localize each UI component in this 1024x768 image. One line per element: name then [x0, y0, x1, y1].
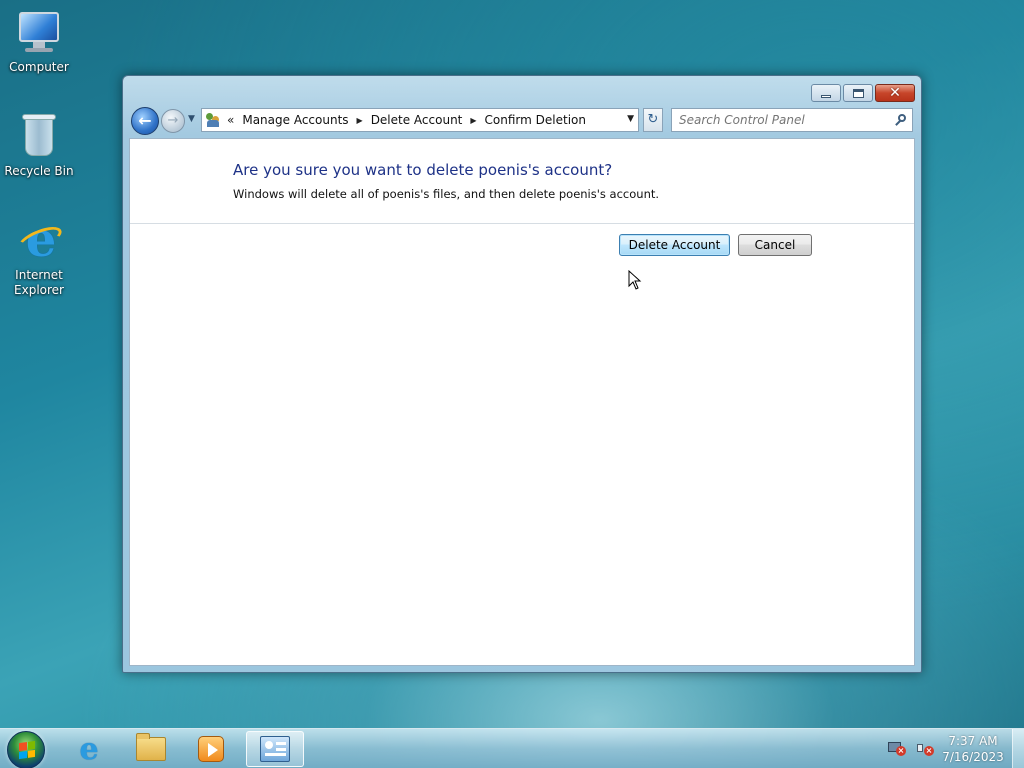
maximize-button[interactable] [843, 84, 873, 102]
window-controls: ✕ [811, 84, 915, 102]
internet-explorer-icon: e [15, 216, 65, 264]
folder-icon [136, 733, 166, 761]
mouse-cursor-icon [628, 270, 642, 290]
close-button[interactable]: ✕ [875, 84, 915, 102]
desktop-icon-label: Internet Explorer [14, 268, 64, 297]
user-accounts-icon [205, 112, 221, 128]
taskbar-windows-explorer[interactable] [122, 731, 180, 767]
media-player-icon [198, 736, 224, 762]
refresh-button[interactable]: ↻ [643, 108, 663, 132]
recent-pages-dropdown[interactable]: ▼ [188, 114, 195, 124]
taskbar-control-panel[interactable] [246, 731, 304, 767]
desktop-icon-label: Recycle Bin [4, 164, 74, 178]
computer-icon [15, 8, 63, 56]
breadcrumb-confirm-deletion[interactable]: Confirm Deletion [485, 113, 586, 127]
desktop-icon-label: Computer [9, 60, 69, 74]
cancel-button[interactable]: Cancel [738, 234, 812, 256]
volume-muted-icon[interactable]: × [916, 740, 934, 756]
start-button[interactable] [7, 731, 45, 768]
clock-time: 7:37 AM [948, 734, 998, 748]
breadcrumb-arrow-icon[interactable]: ▶ [470, 116, 476, 125]
confirmation-heading: Are you sure you want to delete poenis's… [233, 161, 613, 179]
windows-logo-icon [19, 740, 35, 760]
close-icon: ✕ [889, 85, 901, 101]
search-icon[interactable] [894, 113, 908, 127]
address-dropdown-icon[interactable]: ▼ [627, 114, 634, 124]
notification-area: × × [888, 740, 934, 756]
minimize-icon [821, 94, 831, 98]
taskbar-internet-explorer[interactable]: e [60, 731, 118, 767]
minimize-button[interactable] [811, 84, 841, 102]
confirmation-description: Windows will delete all of poenis's file… [233, 187, 660, 201]
taskbar: e × × 7:37 AM 7/16/2023 [0, 728, 1024, 768]
forward-button[interactable]: → [161, 109, 185, 133]
delete-account-button[interactable]: Delete Account [619, 234, 730, 256]
control-panel-icon [260, 736, 290, 762]
refresh-icon: ↻ [647, 112, 659, 127]
back-button[interactable]: ← [131, 107, 159, 135]
desktop-icon-recycle-bin[interactable]: Recycle Bin [0, 112, 78, 179]
network-disconnected-icon[interactable]: × [888, 740, 906, 756]
show-desktop-button[interactable] [1012, 729, 1024, 768]
divider [130, 223, 914, 224]
arrow-left-icon: ← [138, 111, 152, 130]
breadcrumb-manage-accounts[interactable]: Manage Accounts [242, 113, 348, 127]
search-box[interactable] [671, 108, 913, 132]
search-input[interactable] [672, 113, 882, 127]
navigation-bar: ← → ▼ « Manage Accounts ▶ Delete Account… [131, 106, 913, 135]
desktop-icon-internet-explorer[interactable]: e Internet Explorer [0, 216, 78, 298]
recycle-bin-icon [15, 112, 63, 160]
address-bar[interactable]: « Manage Accounts ▶ Delete Account ▶ Con… [201, 108, 639, 132]
breadcrumb-overflow-icon[interactable]: « [227, 113, 234, 127]
desktop-icon-computer[interactable]: Computer [0, 8, 78, 75]
internet-explorer-icon: e [79, 731, 99, 767]
arrow-right-icon: → [167, 113, 179, 128]
maximize-icon [852, 88, 864, 98]
taskbar-media-player[interactable] [182, 731, 240, 767]
system-clock[interactable]: 7:37 AM 7/16/2023 [940, 733, 1006, 765]
breadcrumb-arrow-icon[interactable]: ▶ [357, 116, 363, 125]
control-panel-window: ✕ ← → ▼ « Manage Accounts ▶ Delete Accou… [122, 75, 922, 673]
breadcrumb-delete-account[interactable]: Delete Account [371, 113, 463, 127]
clock-date: 7/16/2023 [942, 750, 1004, 764]
content-pane: Are you sure you want to delete poenis's… [129, 138, 915, 666]
